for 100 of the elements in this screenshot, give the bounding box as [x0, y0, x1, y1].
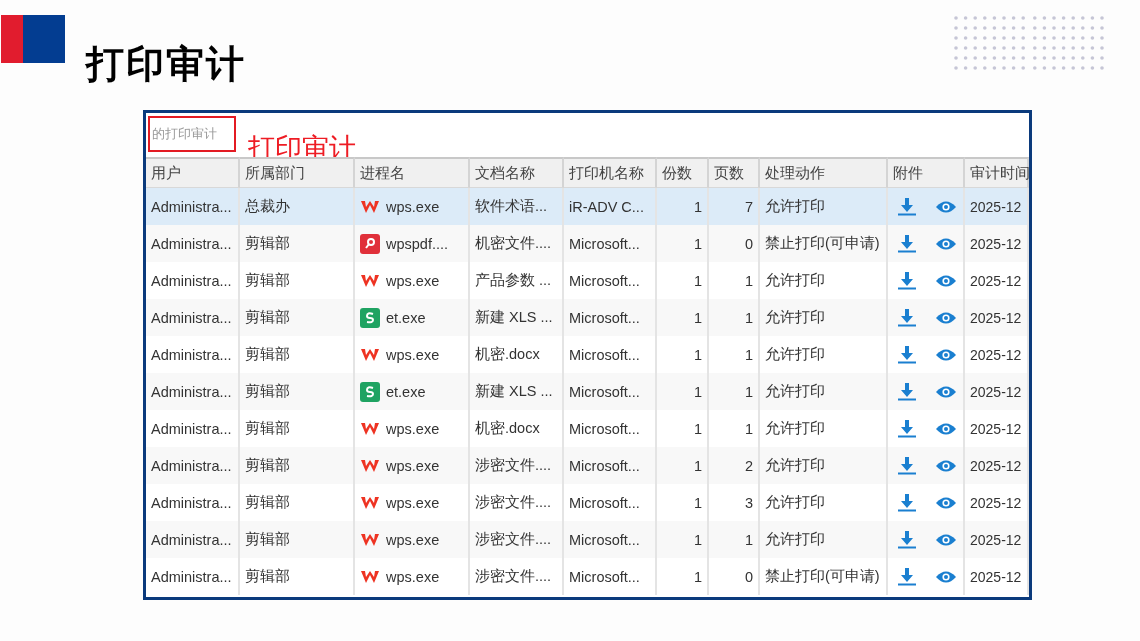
w-logo-icon	[360, 531, 380, 548]
eye-icon[interactable]	[936, 347, 956, 362]
table-cell: Microsoft...	[564, 558, 657, 595]
table-cell: Administra...	[146, 225, 240, 262]
table-cell: 机密文件....	[470, 225, 564, 262]
download-icon[interactable]	[898, 197, 916, 216]
eye-icon[interactable]	[936, 569, 956, 584]
eye-icon[interactable]	[936, 199, 956, 214]
column-header[interactable]: 进程名	[355, 157, 470, 188]
table-cell: 剪辑部	[240, 225, 355, 262]
table-cell: 2025-12	[965, 521, 1029, 558]
table-cell: wps.exe	[386, 198, 440, 215]
column-header[interactable]: 打印机名称	[564, 157, 657, 188]
table-cell: 0	[709, 558, 760, 595]
download-icon[interactable]	[898, 530, 916, 549]
eye-icon[interactable]	[936, 310, 956, 325]
table-cell: 1	[657, 373, 709, 410]
table-cell: 2025-12	[965, 373, 1029, 410]
table-cell: Microsoft...	[564, 447, 657, 484]
table-cell: wps.exe	[386, 568, 440, 585]
column-header[interactable]: 份数	[657, 157, 709, 188]
table-cell: Administra...	[146, 373, 240, 410]
table-cell: 剪辑部	[240, 373, 355, 410]
eye-icon[interactable]	[936, 384, 956, 399]
table-cell: wpspdf....	[386, 235, 449, 252]
table-cell: et.exe	[386, 383, 426, 400]
table-row[interactable]: Administra... 剪辑部 wps.exe 涉密文件.... Microsoft... 1 2 允许打印 2025-12	[146, 447, 1029, 484]
table-cell: 剪辑部	[240, 558, 355, 595]
download-icon[interactable]	[898, 493, 916, 512]
w-logo-icon	[360, 568, 380, 585]
table-cell: 1	[657, 521, 709, 558]
table-cell: 涉密文件....	[470, 558, 564, 595]
table-cell: 剪辑部	[240, 299, 355, 336]
table-cell: 0	[709, 225, 760, 262]
eye-icon[interactable]	[936, 495, 956, 510]
table-cell: Microsoft...	[564, 373, 657, 410]
table-cell: 涉密文件....	[470, 447, 564, 484]
column-header[interactable]: 文档名称	[470, 157, 564, 188]
download-icon[interactable]	[898, 456, 916, 475]
table-cell: wps.exe	[386, 494, 440, 511]
table-cell: 2025-12	[965, 299, 1029, 336]
download-icon[interactable]	[898, 345, 916, 364]
table-cell: Microsoft...	[564, 225, 657, 262]
eye-icon[interactable]	[936, 421, 956, 436]
table-row[interactable]: Administra... 剪辑部 wps.exe 涉密文件.... Microsoft... 1 1 允许打印 2025-12	[146, 521, 1029, 558]
spreadsheet-app-icon	[360, 307, 380, 328]
table-cell: 禁止打印(可申请)	[760, 225, 888, 262]
table-cell: 2025-12	[965, 447, 1029, 484]
download-icon[interactable]	[898, 234, 916, 253]
table-cell: wps.exe	[386, 272, 440, 289]
table-cell: Administra...	[146, 299, 240, 336]
table-cell: 禁止打印(可申请)	[760, 558, 888, 595]
table-cell: 1	[657, 299, 709, 336]
table-cell: et.exe	[386, 309, 426, 326]
table-row[interactable]: Administra... 剪辑部 et.exe 新建 XLS ... Microsoft... 1 1 允许打印 2025-12	[146, 299, 1029, 336]
eye-icon[interactable]	[936, 458, 956, 473]
table-cell: Administra...	[146, 447, 240, 484]
eye-icon[interactable]	[936, 273, 956, 288]
column-header[interactable]: 页数	[709, 157, 760, 188]
eye-icon[interactable]	[936, 532, 956, 547]
table-cell: Microsoft...	[564, 521, 657, 558]
table-cell: Administra...	[146, 558, 240, 595]
w-logo-icon	[360, 457, 380, 474]
logo-mark	[1, 15, 65, 63]
download-icon[interactable]	[898, 567, 916, 586]
table-cell: Microsoft...	[564, 299, 657, 336]
table-cell: 1	[709, 521, 760, 558]
w-logo-icon	[360, 272, 380, 289]
table-cell: 1	[657, 558, 709, 595]
table-row[interactable]: Administra... 剪辑部 wpspdf.... 机密文件.... Microsoft... 1 0 禁止打印(可申请) 2025-12	[146, 225, 1029, 262]
column-header[interactable]: 附件	[888, 157, 965, 188]
w-logo-icon	[360, 494, 380, 511]
table-row[interactable]: Administra... 剪辑部 et.exe 新建 XLS ... Microsoft... 1 1 允许打印 2025-12	[146, 373, 1029, 410]
download-icon[interactable]	[898, 382, 916, 401]
table-cell: wps.exe	[386, 531, 440, 548]
table-row[interactable]: Administra... 总裁办 wps.exe 软件术语... iR-ADV C... 1 7 允许打印 2025-12	[146, 188, 1029, 225]
download-icon[interactable]	[898, 419, 916, 438]
table-cell: 剪辑部	[240, 447, 355, 484]
download-icon[interactable]	[898, 308, 916, 327]
table-cell: 2	[709, 447, 760, 484]
table-cell: 允许打印	[760, 299, 888, 336]
table-cell: 涉密文件....	[470, 521, 564, 558]
column-header[interactable]: 审计时间	[965, 157, 1029, 188]
table-row[interactable]: Administra... 剪辑部 wps.exe 涉密文件.... Microsoft... 1 0 禁止打印(可申请) 2025-12	[146, 558, 1029, 595]
table-cell: 新建 XLS ...	[470, 299, 564, 336]
w-logo-icon	[360, 346, 380, 363]
table-cell: 允许打印	[760, 373, 888, 410]
column-header[interactable]: 处理动作	[760, 157, 888, 188]
slide-title: 打印审计	[86, 42, 246, 87]
table-cell: 2025-12	[965, 225, 1029, 262]
table-cell: 允许打印	[760, 521, 888, 558]
table-cell: 1	[657, 225, 709, 262]
download-icon[interactable]	[898, 271, 916, 290]
spreadsheet-app-icon	[360, 381, 380, 402]
table-cell: 1	[709, 373, 760, 410]
eye-icon[interactable]	[936, 236, 956, 251]
column-header[interactable]: 所属部门	[240, 157, 355, 188]
table-cell: 新建 XLS ...	[470, 373, 564, 410]
w-logo-icon	[360, 198, 380, 215]
column-header[interactable]: 用户	[146, 157, 240, 188]
